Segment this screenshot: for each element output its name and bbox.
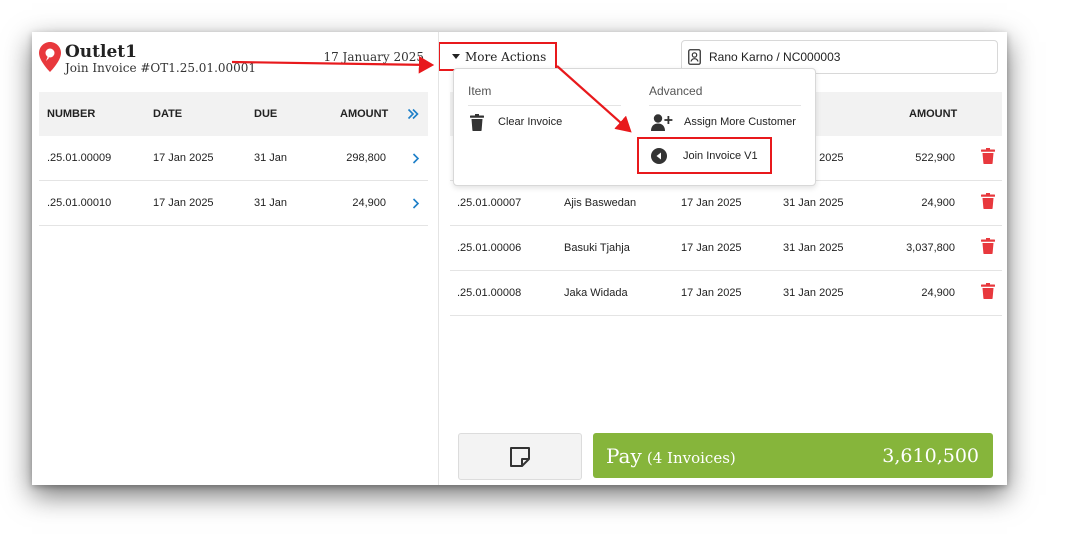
invoice-date: 17 Jan 2025 <box>681 287 742 299</box>
add-user-icon <box>651 113 673 131</box>
table-row: .25.01.00007 Ajis Baswedan 17 Jan 2025 3… <box>450 181 1002 226</box>
table-row: .25.01.00006 Basuki Tjahja 17 Jan 2025 3… <box>450 226 1002 271</box>
app-window: Outlet1 Join Invoice #OT1.25.01.00001 17… <box>32 32 1007 485</box>
customer-name: Basuki Tjahja <box>564 242 630 254</box>
customer-name: Rano Karno / NC000003 <box>709 50 841 64</box>
invoice-number: .25.01.00010 <box>47 197 112 209</box>
column-amount: AMOUNT <box>340 108 389 120</box>
invoice-amount: 24,900 <box>921 197 955 209</box>
invoice-amount: 298,800 <box>346 152 386 164</box>
table-row[interactable]: .25.01.00009 17 Jan 2025 31 Jan 298,800 <box>39 136 428 181</box>
invoice-number: .25.01.00006 <box>457 242 522 254</box>
expand-double-chevron-icon[interactable] <box>407 92 419 136</box>
back-circle-icon <box>651 147 667 164</box>
location-pin-logo-icon <box>39 42 61 72</box>
note-button[interactable] <box>458 433 582 480</box>
invoice-date: 17 Jan 2025 <box>681 197 742 209</box>
invoice-subtitle: Join Invoice #OT1.25.01.00001 <box>65 61 257 75</box>
clear-invoice-menu-item[interactable]: Clear Invoice <box>470 112 562 132</box>
invoice-due: 31 Jan <box>254 152 288 164</box>
invoice-due: 31 Jan 2025 <box>783 197 844 209</box>
column-amount: AMOUNT <box>909 108 958 120</box>
pay-total: 3,610,500 <box>882 444 979 467</box>
trash-icon[interactable] <box>981 283 995 299</box>
table-row: .25.01.00008 Jaka Widada 17 Jan 2025 31 … <box>450 271 1002 316</box>
more-actions-label: More Actions <box>465 49 547 64</box>
invoice-number: .25.01.00009 <box>47 152 112 164</box>
pay-invoice-count: (4 Invoices) <box>646 448 736 467</box>
invoice-amount: 522,900 <box>915 152 955 164</box>
customer-name: Ajis Baswedan <box>564 197 637 209</box>
more-actions-button[interactable]: More Actions <box>438 42 557 71</box>
invoice-amount: 24,900 <box>352 197 386 209</box>
invoice-due: 31 Jan 2025 <box>783 287 844 299</box>
left-table-header: NUMBER DATE DUE AMOUNT <box>39 92 428 136</box>
invoice-due: 31 Jan 2025 <box>783 242 844 254</box>
chevron-right-icon[interactable] <box>412 136 420 180</box>
header-date: 17 January 2025 <box>323 50 424 64</box>
invoice-date: 17 Jan 2025 <box>681 242 742 254</box>
clear-invoice-label: Clear Invoice <box>498 116 563 128</box>
table-row[interactable]: .25.01.00010 17 Jan 2025 31 Jan 24,900 <box>39 181 428 226</box>
trash-icon <box>470 113 484 131</box>
contact-card-icon <box>688 49 701 65</box>
invoice-date: 17 Jan 2025 <box>153 152 214 164</box>
trash-icon[interactable] <box>981 193 995 209</box>
trash-icon[interactable] <box>981 148 995 164</box>
pay-button[interactable]: Pay (4 Invoices) 3,610,500 <box>593 433 993 478</box>
invoice-due: 31 Jan <box>254 197 288 209</box>
dropdown-section-item: Item <box>468 84 492 98</box>
column-date: DATE <box>153 108 183 120</box>
dropdown-section-advanced: Advanced <box>649 84 703 98</box>
panel-divider <box>438 32 439 485</box>
dropdown-divider <box>468 105 621 106</box>
invoice-amount: 3,037,800 <box>906 242 955 254</box>
pay-label: Pay <box>606 443 642 468</box>
customer-name: Jaka Widada <box>564 287 628 299</box>
invoice-number: .25.01.00008 <box>457 287 522 299</box>
outlet-name: Outlet1 <box>65 42 137 62</box>
trash-icon[interactable] <box>981 238 995 254</box>
assign-more-customer-label: Assign More Customer <box>684 116 796 128</box>
sticky-note-icon <box>510 446 530 467</box>
caret-down-icon <box>452 54 460 59</box>
join-invoice-v1-menu-item[interactable]: Join Invoice V1 <box>637 137 772 174</box>
column-number: NUMBER <box>47 108 96 120</box>
invoice-date: 17 Jan 2025 <box>153 197 214 209</box>
assign-more-customer-menu-item[interactable]: Assign More Customer <box>651 112 796 132</box>
column-due: DUE <box>254 108 278 120</box>
join-invoice-v1-label: Join Invoice V1 <box>683 149 758 162</box>
chevron-right-icon[interactable] <box>412 181 420 225</box>
dropdown-divider <box>649 105 801 106</box>
invoice-amount: 24,900 <box>921 287 955 299</box>
invoice-number: .25.01.00007 <box>457 197 522 209</box>
